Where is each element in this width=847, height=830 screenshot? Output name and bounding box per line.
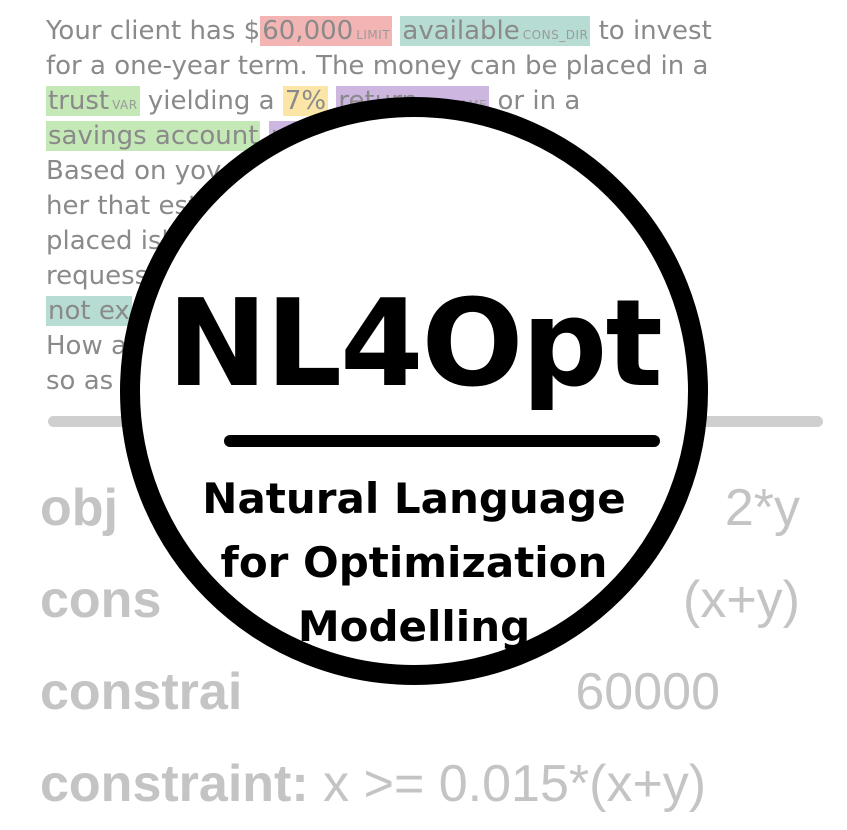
entity-type-tag: VAR bbox=[112, 98, 138, 112]
passage-text: for a one-year term. The money can be pl… bbox=[46, 51, 709, 81]
entity-type-tag: LIMIT bbox=[356, 28, 391, 42]
constraint-expression-3: x >= 0.015*(x+y) bbox=[308, 755, 707, 813]
passage-text: to invest bbox=[590, 16, 712, 46]
constraint-expression-2: 60000 bbox=[575, 663, 720, 721]
constraint-label-3: constraint: bbox=[40, 755, 309, 813]
entity-highlight: not ex bbox=[46, 296, 132, 326]
entity-text: savings account bbox=[48, 121, 259, 151]
passage-text: How bbox=[46, 331, 111, 361]
entity-text: trust bbox=[48, 86, 110, 116]
entity-highlight: trust VAR bbox=[46, 86, 140, 116]
entity-highlight: 60,000 LIMIT bbox=[260, 16, 393, 46]
passage-text: placed i bbox=[46, 226, 148, 256]
entity-text: available bbox=[402, 16, 520, 46]
logo-subtitle: Natural Language for Optimization Modell… bbox=[140, 467, 688, 659]
passage-text: Based on yo bbox=[46, 156, 207, 186]
constraint-row-3: constraint: x >= 0.015*(x+y) bbox=[40, 738, 840, 830]
nl4opt-logo-badge: NL4Opt Natural Language for Optimization… bbox=[120, 97, 708, 685]
passage-text: reques bbox=[46, 261, 135, 291]
passage-line: Your client has $60,000 LIMIT available CO… bbox=[46, 14, 836, 49]
objective-label: obj bbox=[40, 479, 118, 537]
passage-text: so as bbox=[46, 366, 114, 396]
logo-underline bbox=[224, 435, 660, 447]
entity-text: 60,000 bbox=[262, 16, 354, 46]
entity-highlight: available CONS_DIR bbox=[400, 16, 591, 46]
passage-text: yielding a bbox=[139, 86, 283, 116]
entity-text: not ex bbox=[48, 296, 130, 326]
entity-highlight: savings account bbox=[46, 121, 261, 151]
entity-type-tag: CONS_DIR bbox=[522, 28, 589, 42]
passage-line: for a one-year term. The money can be pl… bbox=[46, 49, 836, 84]
objective-expression: 2*y bbox=[724, 479, 800, 537]
logo-title: NL4Opt bbox=[167, 275, 663, 414]
logo-subtitle-line-3: Modelling bbox=[297, 602, 531, 651]
constraint-label-2: constrai bbox=[40, 663, 243, 721]
logo-subtitle-line-2: for Optimization bbox=[220, 538, 608, 587]
constraint-expression-1: (x+y) bbox=[683, 571, 800, 629]
passage-text: her that bbox=[46, 191, 159, 221]
passage-text: Your client has $ bbox=[46, 16, 261, 46]
logo-subtitle-line-1: Natural Language bbox=[202, 474, 626, 523]
